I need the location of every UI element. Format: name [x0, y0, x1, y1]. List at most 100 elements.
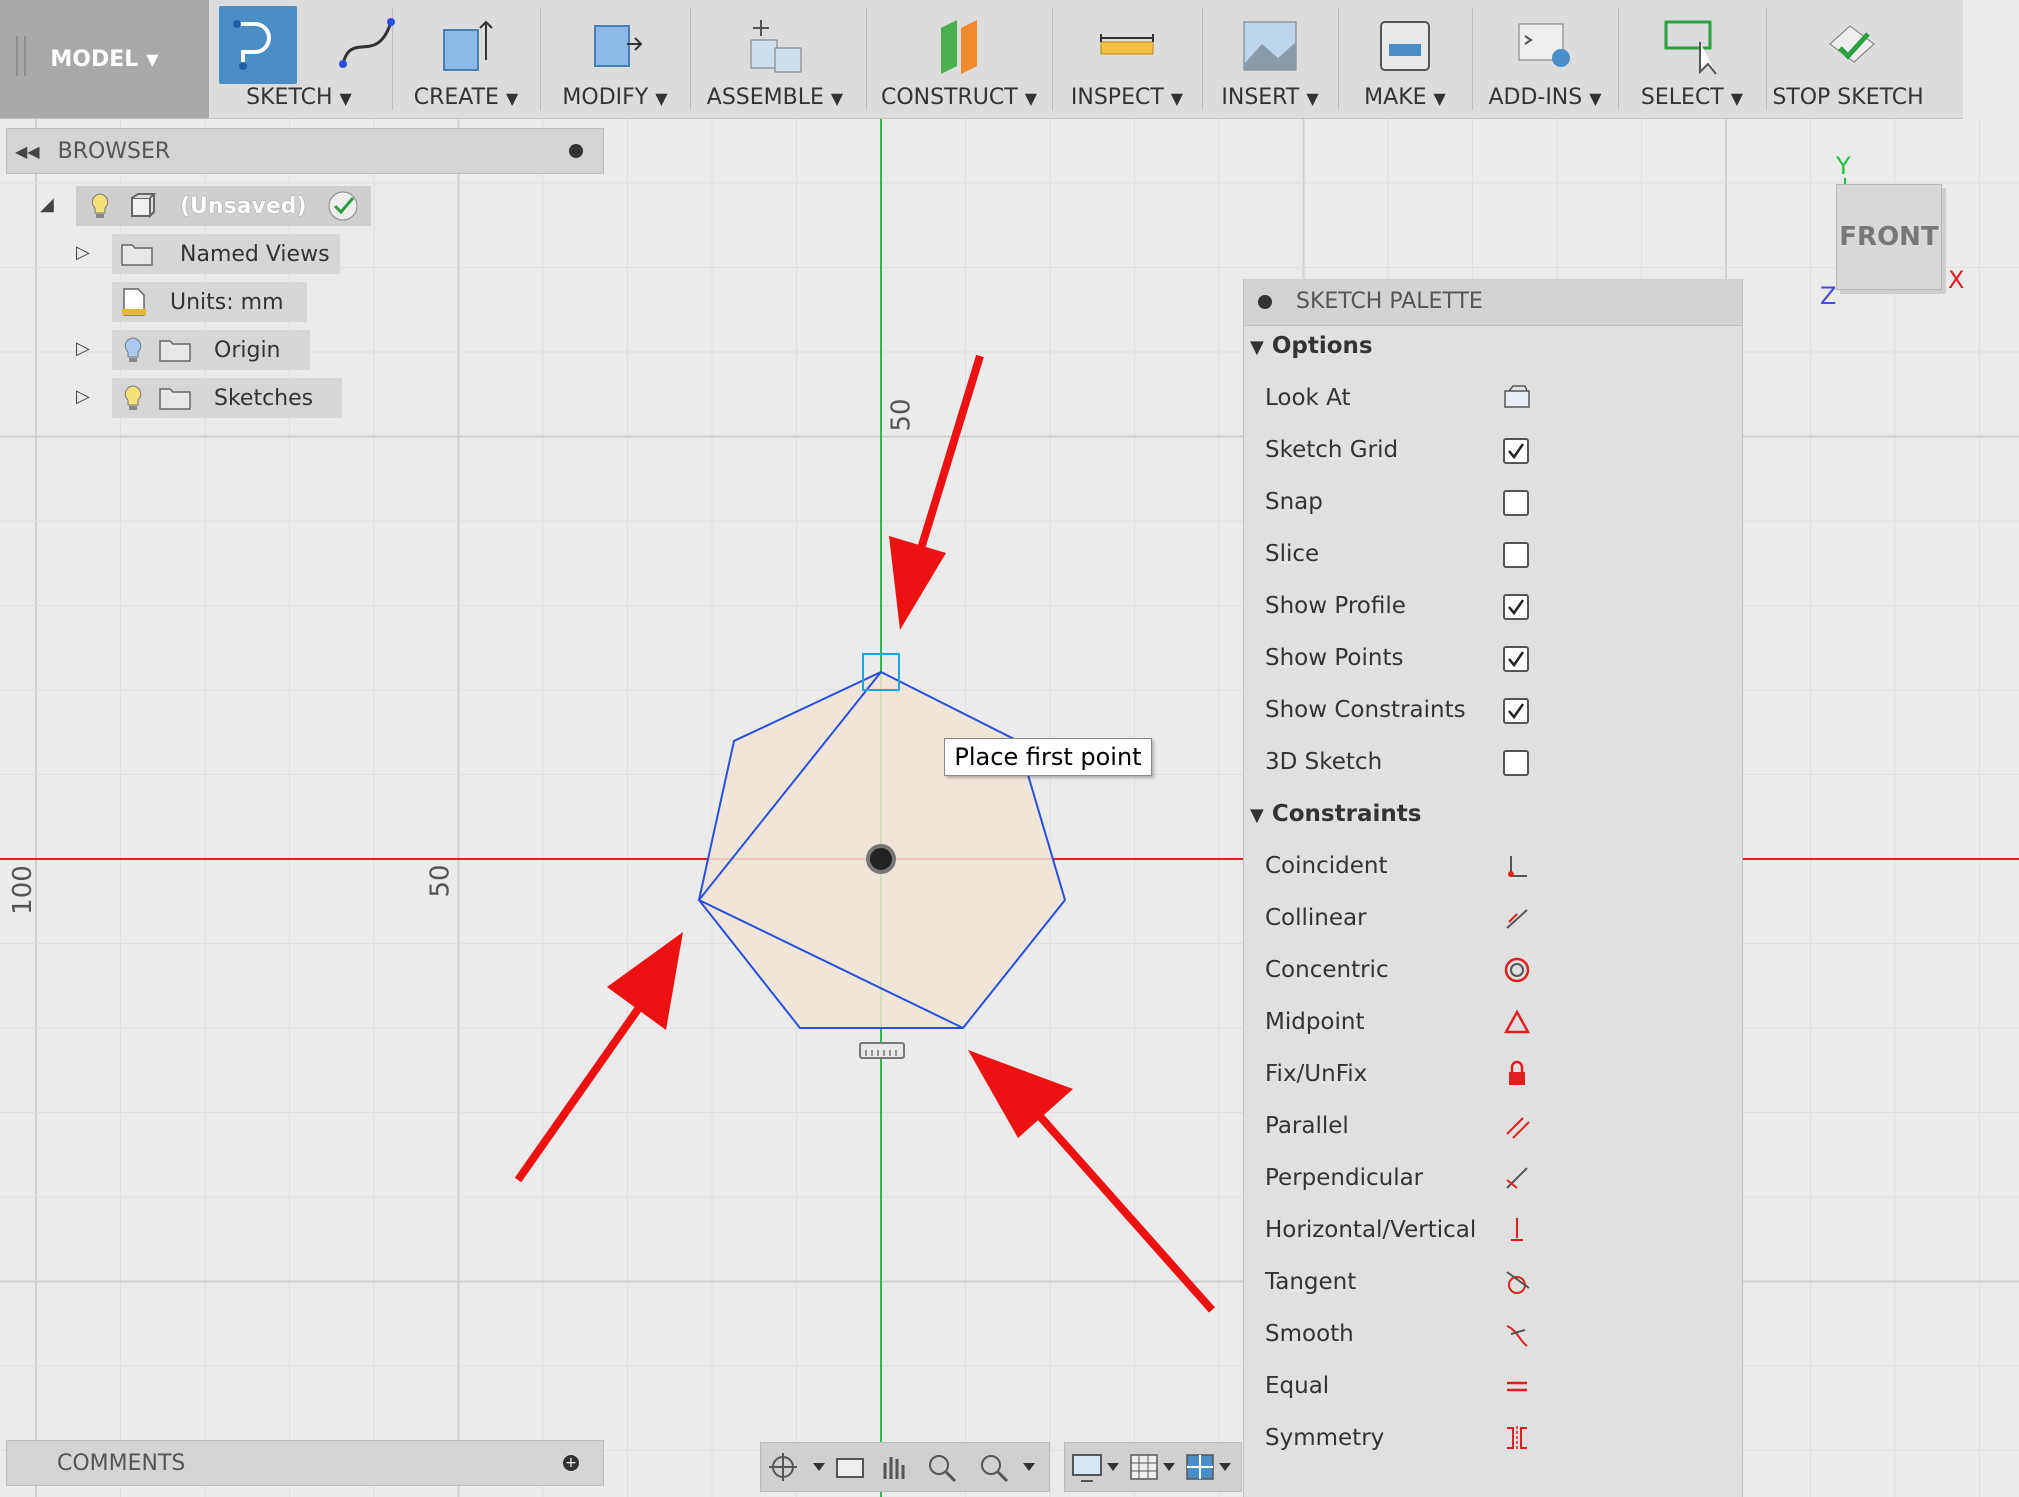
constraint-perpendicular[interactable]: Perpendicular — [1265, 1165, 1423, 1191]
perpendicular-icon[interactable] — [1503, 1164, 1531, 1192]
collapse-triangle-icon[interactable]: ▼ — [1250, 337, 1264, 358]
workspace-switcher[interactable]: MODEL ▼ — [0, 0, 209, 118]
lightbulb-icon[interactable] — [88, 191, 112, 221]
constraint-midpoint[interactable]: Midpoint — [1265, 1009, 1365, 1035]
browser-item-units[interactable]: Units: mm — [112, 282, 307, 322]
option-slice[interactable]: Slice — [1265, 541, 1319, 567]
option-show-points[interactable]: Show Points — [1265, 645, 1403, 671]
checkbox[interactable] — [1503, 490, 1529, 516]
browser-item-origin[interactable]: Origin — [112, 330, 310, 370]
browser-header[interactable]: ◀◀ BROWSER — [6, 128, 604, 174]
constraint-smooth[interactable]: Smooth — [1265, 1321, 1354, 1347]
center-point[interactable] — [866, 844, 896, 874]
orbit-icon[interactable] — [769, 1453, 797, 1481]
active-check-icon[interactable] — [327, 190, 359, 222]
constraint-equal[interactable]: Equal — [1265, 1373, 1329, 1399]
add-comment-icon[interactable]: + — [563, 1455, 579, 1471]
viewcube-x-axis: X — [1948, 266, 1965, 294]
pan-hand-icon[interactable] — [883, 1457, 905, 1479]
toolbar-group-modify[interactable]: MODIFY ▼ — [540, 0, 690, 118]
coincident-icon[interactable] — [1503, 852, 1531, 880]
zoom-icon[interactable] — [929, 1455, 957, 1483]
toolbar-group-select[interactable]: SELECT ▼ — [1618, 0, 1766, 118]
constraint-label: Concentric — [1265, 957, 1389, 983]
concentric-icon[interactable] — [1503, 956, 1531, 984]
option-label: Sketch Grid — [1265, 437, 1399, 463]
checkbox[interactable] — [1503, 646, 1529, 672]
symmetry-icon[interactable] — [1503, 1424, 1531, 1452]
collapse-triangle-icon[interactable]: ◢ — [40, 194, 54, 215]
tangent-icon[interactable] — [1503, 1268, 1531, 1296]
option-3d-sketch[interactable]: 3D Sketch — [1265, 749, 1382, 775]
label-text: ADD-INS — [1488, 85, 1583, 110]
parallel-icon[interactable] — [1503, 1112, 1531, 1140]
chevron-down-icon[interactable] — [813, 1463, 825, 1471]
annotation-arrow-right — [968, 1050, 1215, 1313]
option-sketch-grid[interactable]: Sketch Grid — [1265, 437, 1398, 463]
checkbox[interactable] — [1503, 698, 1529, 724]
midpoint-icon[interactable] — [1503, 1008, 1531, 1036]
grip-handle[interactable] — [16, 36, 26, 76]
constraints-section-header[interactable]: ▼ Constraints — [1250, 801, 1421, 827]
look-at-icon[interactable] — [1503, 383, 1531, 411]
display-settings-icon[interactable] — [1072, 1454, 1102, 1482]
smooth-icon[interactable] — [1503, 1320, 1531, 1348]
grid-settings-icon[interactable] — [1130, 1454, 1158, 1480]
toolbar-group-make[interactable]: MAKE ▼ — [1338, 0, 1472, 118]
constraint-collinear[interactable]: Collinear — [1265, 905, 1367, 931]
constraint-horizontal-vertical[interactable]: Horizontal/Vertical — [1265, 1217, 1476, 1243]
toolbar-group-insert[interactable]: INSERT ▼ — [1202, 0, 1338, 118]
toolbar-group-construct[interactable]: CONSTRUCT ▼ — [866, 0, 1052, 118]
viewcube-face-label: FRONT — [1839, 222, 1939, 252]
browser-root[interactable]: (Unsaved) — [76, 186, 371, 226]
option-look-at[interactable]: Look At — [1265, 385, 1351, 411]
checkmark-icon — [1508, 703, 1525, 720]
look-at-icon[interactable] — [836, 1458, 864, 1478]
toolbar-group-inspect[interactable]: INSPECT ▼ — [1052, 0, 1202, 118]
comments-panel[interactable]: COMMENTS + — [6, 1440, 604, 1486]
toolbar-group-sketch[interactable]: SKETCH ▼ — [219, 0, 395, 118]
lightbulb-icon[interactable] — [122, 335, 144, 365]
constraint-tangent[interactable]: Tangent — [1265, 1269, 1356, 1295]
lock-icon[interactable] — [1503, 1060, 1531, 1088]
option-snap[interactable]: Snap — [1265, 489, 1323, 515]
lightbulb-icon[interactable] — [122, 383, 144, 413]
toolbar-group-add-ins[interactable]: ADD-INS ▼ — [1472, 0, 1618, 118]
checkbox[interactable] — [1503, 750, 1529, 776]
expand-triangle-icon[interactable]: ▷ — [76, 338, 90, 359]
constraint-parallel[interactable]: Parallel — [1265, 1113, 1349, 1139]
viewcube[interactable]: FRONT — [1836, 184, 1942, 290]
collapse-triangle-icon[interactable]: ▼ — [1250, 805, 1264, 826]
checkbox[interactable] — [1503, 438, 1529, 464]
option-show-profile[interactable]: Show Profile — [1265, 593, 1406, 619]
horizontal-vertical-icon[interactable] — [1503, 1216, 1531, 1244]
expand-triangle-icon[interactable]: ▷ — [76, 386, 90, 407]
palette-header[interactable]: SKETCH PALETTE — [1244, 279, 1742, 326]
minimize-icon[interactable] — [1258, 295, 1272, 309]
checkbox[interactable] — [1503, 542, 1529, 568]
viewports-icon[interactable] — [1186, 1454, 1214, 1480]
option-show-constraints[interactable]: Show Constraints — [1265, 697, 1466, 723]
options-section-header[interactable]: ▼ Options — [1250, 333, 1373, 359]
chevron-down-icon[interactable] — [1107, 1463, 1119, 1471]
chevron-down-icon[interactable] — [1023, 1463, 1035, 1471]
label-text: CONSTRUCT — [880, 85, 1018, 110]
chevron-down-icon[interactable] — [1163, 1463, 1175, 1471]
toolbar-group-create[interactable]: CREATE ▼ — [392, 0, 540, 118]
equal-icon[interactable] — [1503, 1372, 1531, 1400]
minimize-icon[interactable] — [569, 144, 583, 158]
collinear-icon[interactable] — [1503, 904, 1531, 932]
constraint-coincident[interactable]: Coincident — [1265, 853, 1387, 879]
constraint-concentric[interactable]: Concentric — [1265, 957, 1389, 983]
toolbar-group-assemble[interactable]: ASSEMBLE ▼ — [690, 0, 860, 118]
browser-item-sketches[interactable]: Sketches — [112, 378, 342, 418]
checkbox[interactable] — [1503, 594, 1529, 620]
zoom-window-icon[interactable] — [981, 1455, 1009, 1483]
collapse-left-icon[interactable]: ◀◀ — [15, 142, 40, 161]
expand-triangle-icon[interactable]: ▷ — [76, 242, 90, 263]
chevron-down-icon[interactable] — [1219, 1463, 1231, 1471]
browser-item-named-views[interactable]: Named Views — [112, 234, 340, 274]
constraint-symmetry[interactable]: Symmetry — [1265, 1425, 1384, 1451]
constraint-fix-unfix[interactable]: Fix/UnFix — [1265, 1061, 1367, 1087]
toolbar-group-stop-sketch[interactable]: STOP SKETCH — [1766, 0, 1930, 118]
